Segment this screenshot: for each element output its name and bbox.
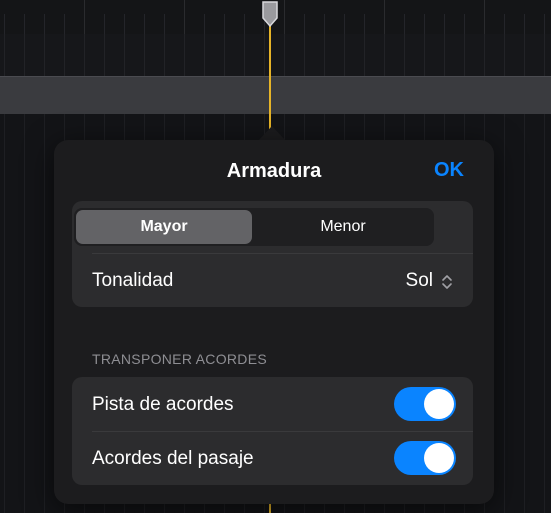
- grid-line: [464, 34, 465, 76]
- ruler-tick: [104, 14, 105, 34]
- transpose-section-header: TRANSPONER ACORDES: [92, 351, 267, 367]
- grid-line: [424, 34, 425, 76]
- grid-line: [444, 34, 445, 76]
- ruler-tick: [164, 14, 165, 34]
- ruler-tick: [4, 14, 5, 34]
- chord-track-toggle[interactable]: [394, 387, 456, 421]
- track-region[interactable]: [0, 76, 551, 116]
- ruler-tick: [64, 14, 65, 34]
- ruler-tick: [244, 14, 245, 34]
- ruler-tick: [84, 0, 85, 34]
- ruler-tick: [344, 14, 345, 34]
- grid-line: [544, 114, 545, 513]
- key-row-label: Tonalidad: [92, 270, 174, 291]
- grid-line: [364, 34, 365, 76]
- segment-mayor[interactable]: Mayor: [76, 210, 252, 244]
- grid-line: [84, 34, 85, 76]
- chord-track-label: Pista de acordes: [92, 394, 234, 415]
- popover-title: Armadura: [226, 160, 322, 182]
- ruler-tick: [424, 14, 425, 34]
- ruler-tick: [444, 14, 445, 34]
- ruler-tick: [364, 14, 365, 34]
- chord-track-row: Pista de acordes: [72, 377, 473, 431]
- grid-line: [144, 34, 145, 76]
- key-row[interactable]: Tonalidad Sol: [72, 254, 473, 307]
- grid-line: [524, 114, 525, 513]
- grid-line: [524, 34, 525, 76]
- ruler-tick: [284, 0, 285, 34]
- toggle-knob: [424, 389, 454, 419]
- grid-line: [244, 34, 245, 76]
- key-signature-popover: Armadura OK Mayor Menor Tonalidad Sol TR…: [54, 140, 494, 504]
- grid-line: [44, 114, 45, 513]
- grid-line: [124, 34, 125, 76]
- ruler-tick: [404, 14, 405, 34]
- region-chords-label: Acordes del pasaje: [92, 448, 254, 469]
- grid-line: [104, 34, 105, 76]
- grid-line: [184, 34, 185, 76]
- ruler-tick: [524, 14, 525, 34]
- ruler-tick: [324, 14, 325, 34]
- grid-line: [264, 34, 265, 76]
- grid-line: [224, 34, 225, 76]
- segment-menor[interactable]: Menor: [254, 210, 432, 244]
- ruler-tick: [504, 14, 505, 34]
- key-row-value: Sol: [405, 270, 433, 291]
- ruler-tick: [124, 14, 125, 34]
- playhead-handle[interactable]: [261, 0, 279, 28]
- region-chords-toggle[interactable]: [394, 441, 456, 475]
- grid-line: [164, 34, 165, 76]
- grid-line: [304, 34, 305, 76]
- ruler-tick: [384, 0, 385, 34]
- ruler-tick: [44, 14, 45, 34]
- ruler-tick: [464, 14, 465, 34]
- ruler-tick: [204, 14, 205, 34]
- grid-line: [504, 114, 505, 513]
- grid-line: [324, 34, 325, 76]
- chevron-up-down-icon: [442, 275, 452, 289]
- region-chords-row: Acordes del pasaje: [72, 431, 473, 485]
- ruler-tick: [304, 14, 305, 34]
- ruler-tick: [24, 14, 25, 34]
- grid-line: [544, 34, 545, 76]
- grid-line: [384, 34, 385, 76]
- toggle-knob: [424, 443, 454, 473]
- popover-arrow: [258, 126, 286, 141]
- grid-line: [4, 34, 5, 76]
- ruler-tick: [224, 14, 225, 34]
- grid-line: [504, 34, 505, 76]
- ruler-tick: [144, 14, 145, 34]
- ruler-tick: [184, 0, 185, 34]
- ok-button[interactable]: OK: [434, 159, 464, 182]
- ruler-tick: [484, 0, 485, 34]
- grid-line: [484, 34, 485, 76]
- grid-line: [24, 34, 25, 76]
- mode-segmented-control[interactable]: Mayor Menor: [74, 208, 434, 246]
- grid-line: [4, 114, 5, 513]
- grid-line: [284, 34, 285, 76]
- ruler-tick: [544, 14, 545, 34]
- grid-line: [44, 34, 45, 76]
- grid-line: [404, 34, 405, 76]
- grid-line: [344, 34, 345, 76]
- track-grid-upper: [0, 34, 551, 76]
- grid-line: [204, 34, 205, 76]
- grid-line: [24, 114, 25, 513]
- grid-line: [64, 34, 65, 76]
